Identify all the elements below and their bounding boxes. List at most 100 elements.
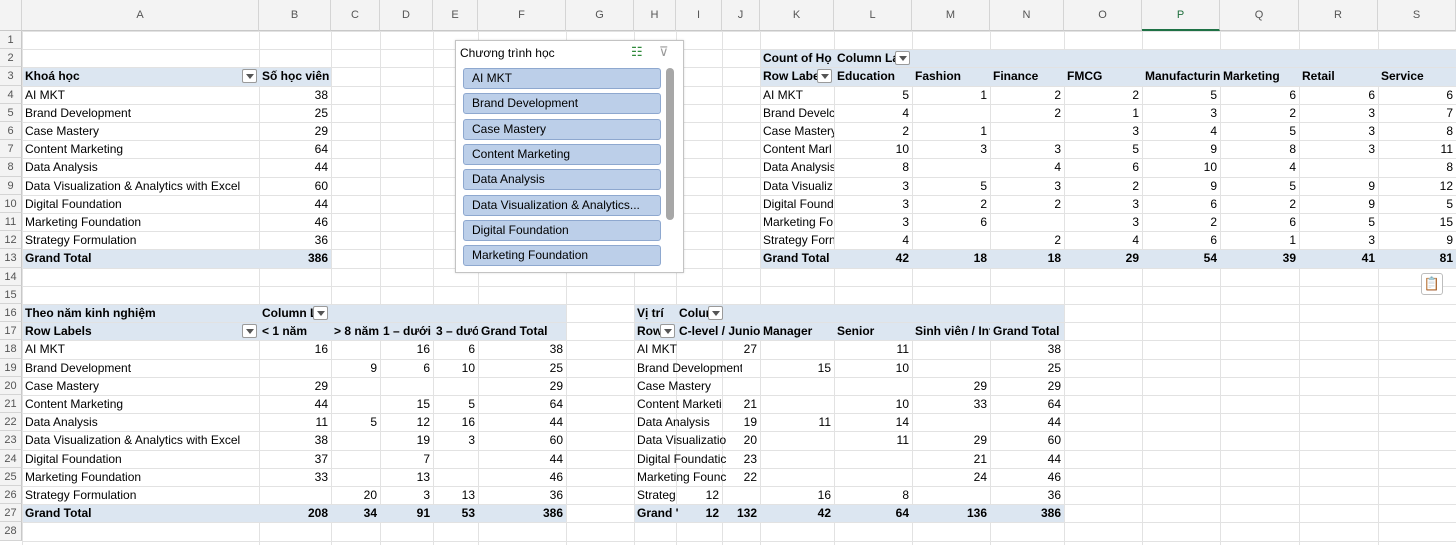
pivot2-column-header: Education bbox=[837, 69, 896, 84]
row-header-28[interactable]: 28 bbox=[0, 522, 22, 541]
column-header-n[interactable]: N bbox=[990, 0, 1064, 31]
pivot2-cell: 9 bbox=[1210, 178, 1217, 193]
slicer-item[interactable]: Marketing Foundation bbox=[463, 245, 661, 267]
row-header-2[interactable]: 2 bbox=[0, 49, 22, 68]
column-header-j[interactable]: J bbox=[722, 0, 760, 31]
slicer-item[interactable]: AI MKT bbox=[463, 68, 661, 89]
pivot3-cell bbox=[331, 450, 380, 468]
column-header-c[interactable]: C bbox=[331, 0, 380, 31]
pivot2-total-value: 18 bbox=[1047, 251, 1061, 266]
pivot2-row-labels: Row Labe bbox=[763, 69, 820, 84]
row-header-15[interactable]: 15 bbox=[0, 285, 22, 304]
column-header-d[interactable]: D bbox=[380, 0, 433, 31]
pivot2-row-label: Data Visualiz bbox=[763, 178, 833, 193]
grid-hline bbox=[22, 522, 1456, 524]
pivot3-cell: 13 bbox=[461, 488, 475, 502]
row-header-7[interactable]: 7 bbox=[0, 140, 22, 159]
pivot3-cell bbox=[433, 450, 478, 468]
row-header-14[interactable]: 14 bbox=[0, 267, 22, 286]
row-header-26[interactable]: 26 bbox=[0, 486, 22, 505]
row-header-23[interactable]: 23 bbox=[0, 431, 22, 450]
column-header-e[interactable]: E bbox=[433, 0, 478, 31]
column-header-o[interactable]: O bbox=[1064, 0, 1142, 31]
column-header-g[interactable]: G bbox=[566, 0, 634, 31]
pivot2-cell bbox=[990, 213, 1064, 231]
row-header-3[interactable]: 3 bbox=[0, 67, 22, 86]
row-header-20[interactable]: 20 bbox=[0, 376, 22, 395]
pivot2-cell: 4 bbox=[902, 105, 909, 120]
pivot2-column-filter-button[interactable] bbox=[895, 51, 910, 66]
pivot3-cell: 6 bbox=[423, 360, 430, 375]
column-header-a[interactable]: A bbox=[22, 0, 259, 31]
row-header-12[interactable]: 12 bbox=[0, 231, 22, 250]
pivot1-row-label: Digital Foundation bbox=[25, 196, 122, 211]
pivot2-row-label: Digital Found bbox=[763, 196, 834, 211]
paste-options-icon[interactable]: 📋 bbox=[1421, 273, 1443, 295]
row-header-11[interactable]: 11 bbox=[0, 213, 22, 232]
row-header-21[interactable]: 21 bbox=[0, 395, 22, 414]
pivot4-cell bbox=[760, 450, 834, 468]
pivot4-cell bbox=[760, 468, 834, 486]
pivot4-column-filter-button[interactable] bbox=[708, 306, 723, 320]
multi-select-icon[interactable]: ☷ bbox=[631, 45, 647, 59]
row-header-24[interactable]: 24 bbox=[0, 449, 22, 468]
row-header-27[interactable]: 27 bbox=[0, 504, 22, 523]
row-header-6[interactable]: 6 bbox=[0, 122, 22, 141]
slicer-item[interactable]: Data Visualization & Analytics... bbox=[463, 194, 661, 216]
pivot4-row-filter-button[interactable] bbox=[660, 324, 675, 339]
pivot2-cell bbox=[912, 231, 990, 249]
slicer-scrollbar[interactable] bbox=[666, 68, 674, 220]
row-header-10[interactable]: 10 bbox=[0, 194, 22, 213]
row-header-22[interactable]: 22 bbox=[0, 413, 22, 432]
pivot4-cell: 12 bbox=[705, 488, 719, 502]
row-header-4[interactable]: 4 bbox=[0, 85, 22, 104]
pivot1-row-value: 60 bbox=[314, 178, 328, 193]
pivot3-cell: 16 bbox=[416, 342, 430, 357]
row-header-19[interactable]: 19 bbox=[0, 358, 22, 377]
grid-hline bbox=[22, 267, 1456, 269]
row-header-8[interactable]: 8 bbox=[0, 158, 22, 177]
row-header-9[interactable]: 9 bbox=[0, 176, 22, 195]
pivot2-column-header: Finance bbox=[993, 69, 1039, 84]
row-header-18[interactable]: 18 bbox=[0, 340, 22, 359]
column-header-q[interactable]: Q bbox=[1220, 0, 1299, 31]
select-all-corner[interactable] bbox=[0, 0, 22, 31]
column-header-f[interactable]: F bbox=[478, 0, 566, 31]
pivot3-column-filter-button[interactable] bbox=[313, 306, 328, 320]
column-header-p[interactable]: P bbox=[1142, 0, 1220, 31]
row-header-1[interactable]: 1 bbox=[0, 31, 22, 50]
row-header-25[interactable]: 25 bbox=[0, 467, 22, 486]
row-header-16[interactable]: 16 bbox=[0, 304, 22, 323]
slicer-chuong-trinh-hoc[interactable]: Chương trình học ☷ ⊽ AI MKT Brand Develop… bbox=[455, 40, 684, 273]
pivot2-column-header: Retail bbox=[1302, 69, 1335, 84]
row-header-17[interactable]: 17 bbox=[0, 322, 22, 341]
slicer-item[interactable]: Case Mastery bbox=[463, 118, 661, 140]
column-header-k[interactable]: K bbox=[760, 0, 834, 31]
column-header-b[interactable]: B bbox=[259, 0, 331, 31]
pivot3-row-filter-button[interactable] bbox=[242, 324, 257, 339]
pivot1-row-label: AI MKT bbox=[25, 87, 66, 102]
column-header-i[interactable]: I bbox=[676, 0, 722, 31]
slicer-item[interactable]: Content Marketing bbox=[463, 143, 661, 165]
pivot2-cell: 9 bbox=[1210, 142, 1217, 157]
column-header-s[interactable]: S bbox=[1378, 0, 1456, 31]
pivot2-cell: 6 bbox=[1210, 196, 1217, 211]
column-header-m[interactable]: M bbox=[912, 0, 990, 31]
slicer-item[interactable]: Data Analysis bbox=[463, 169, 661, 191]
pivot1-filter-button[interactable] bbox=[242, 69, 257, 84]
column-header-r[interactable]: R bbox=[1299, 0, 1378, 31]
pivot2-row-filter-button[interactable] bbox=[817, 69, 832, 84]
row-header-13[interactable]: 13 bbox=[0, 249, 22, 268]
column-header-l[interactable]: L bbox=[834, 0, 912, 31]
slicer-item[interactable]: Digital Foundation bbox=[463, 219, 661, 241]
column-header-h[interactable]: H bbox=[634, 0, 676, 31]
pivot2-cell: 3 bbox=[1210, 105, 1217, 120]
pivot2-cell: 2 bbox=[1289, 196, 1296, 211]
pivot4-total-value: 64 bbox=[895, 506, 909, 521]
row-header-5[interactable]: 5 bbox=[0, 103, 22, 122]
pivot3-cell: 19 bbox=[416, 433, 430, 448]
pivot3-row-label: AI MKT bbox=[25, 342, 66, 357]
pivot3-cell: 33 bbox=[314, 469, 328, 484]
slicer-item[interactable]: Brand Development bbox=[463, 93, 661, 115]
clear-filter-icon[interactable]: ⊽ bbox=[659, 45, 675, 59]
